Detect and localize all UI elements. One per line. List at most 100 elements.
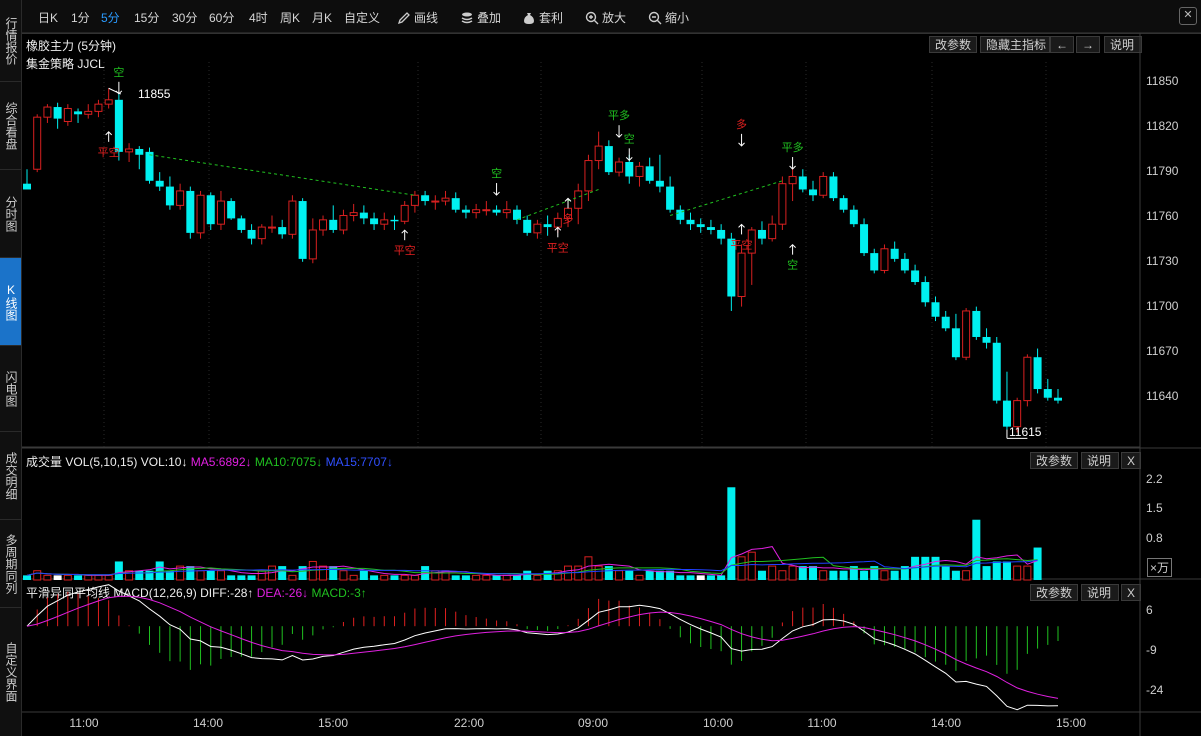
candle-body — [33, 116, 42, 170]
price-tick: 11700 — [1146, 299, 1179, 313]
candle — [431, 195, 440, 210]
volume-bar — [390, 575, 399, 580]
volume-bar — [410, 574, 419, 581]
price-tick: 11730 — [1146, 254, 1179, 268]
candle — [911, 264, 920, 285]
kline-chart[interactable]: 平空空平空空多平空平多空多平空平多空 — [0, 0, 1201, 736]
signal-label: 平空 — [98, 145, 120, 159]
candle — [645, 157, 654, 184]
candle — [829, 172, 838, 202]
signal-label: 空 — [113, 65, 124, 79]
candle-body — [206, 195, 215, 225]
candle — [145, 147, 154, 184]
candle-body — [972, 310, 981, 337]
candle-body — [890, 248, 899, 259]
volume-bar — [737, 556, 746, 581]
candle — [512, 205, 521, 225]
candle-body — [359, 212, 368, 219]
volume-bar — [706, 575, 715, 580]
volume-bar — [962, 570, 971, 581]
candle — [890, 241, 899, 262]
candle — [308, 218, 317, 264]
volume-bar — [809, 566, 818, 580]
volume-bar — [502, 574, 511, 581]
candle-body — [267, 226, 276, 229]
candle-body — [135, 148, 144, 155]
candle — [696, 218, 705, 233]
candle-body — [145, 151, 154, 181]
volume-tick: 0.8 — [1146, 531, 1163, 545]
candle-body — [655, 180, 664, 187]
volume-bar — [114, 561, 123, 580]
volume-bar — [992, 561, 1001, 580]
candle — [839, 195, 848, 213]
volume-bar — [615, 570, 624, 581]
candle — [1033, 348, 1042, 394]
candle-body — [778, 183, 787, 225]
candle — [410, 190, 419, 213]
volume-bar — [747, 551, 756, 581]
volume-bar — [206, 570, 215, 580]
candle — [482, 201, 491, 216]
candle-body — [982, 336, 991, 343]
candle-body — [1043, 389, 1052, 398]
signal-marker: 多 — [736, 117, 747, 147]
candle — [941, 310, 950, 332]
candle-body — [114, 99, 123, 152]
time-tick: 14:00 — [930, 716, 962, 730]
volume-bar — [890, 570, 899, 580]
candle-body — [298, 201, 307, 259]
candle-body — [380, 219, 389, 225]
volume-bar — [1023, 565, 1032, 581]
signal-marker: 空 — [113, 65, 124, 95]
candle-body — [839, 198, 848, 210]
candle-body — [951, 328, 960, 358]
candle — [962, 308, 971, 361]
price-tick: 11820 — [1146, 119, 1179, 133]
candle-body — [308, 229, 317, 260]
candle — [778, 176, 787, 230]
candle-body — [819, 175, 828, 196]
candle — [880, 244, 889, 274]
volume-bar — [635, 574, 644, 581]
candle-body — [512, 209, 521, 220]
volume-bar — [819, 570, 828, 581]
candle — [216, 190, 225, 230]
candle — [604, 140, 613, 176]
candle — [155, 172, 164, 191]
candle-body — [288, 200, 297, 235]
volume-bar — [839, 570, 848, 580]
candle — [461, 205, 470, 219]
volume-bar — [676, 575, 685, 580]
candle — [686, 212, 695, 230]
candle-body — [911, 270, 920, 283]
time-tick: 15:00 — [1055, 716, 1087, 730]
candle-body — [849, 209, 858, 225]
signal-label: 空 — [491, 166, 502, 180]
candle — [267, 215, 276, 233]
candle — [676, 205, 685, 225]
candle — [196, 190, 205, 239]
candle — [1023, 354, 1032, 407]
candle-body — [329, 219, 338, 230]
candle-body — [757, 229, 766, 239]
volume-bar — [84, 574, 93, 581]
candle-body — [421, 195, 430, 202]
candle — [329, 205, 338, 233]
candle-body — [604, 146, 613, 173]
candle — [176, 183, 185, 210]
candle-body — [63, 107, 72, 123]
candle — [237, 215, 246, 233]
candle-body — [809, 189, 818, 196]
candle — [860, 218, 869, 256]
candle-body — [584, 160, 593, 192]
candle-body — [696, 224, 705, 228]
candle-body — [125, 148, 134, 153]
volume-bar — [278, 566, 287, 580]
signal-label: 多 — [736, 117, 747, 131]
candle-body — [104, 99, 113, 105]
volume-bar — [482, 574, 491, 581]
volume-bar — [227, 575, 236, 580]
candle — [104, 88, 113, 109]
candle — [206, 192, 215, 230]
